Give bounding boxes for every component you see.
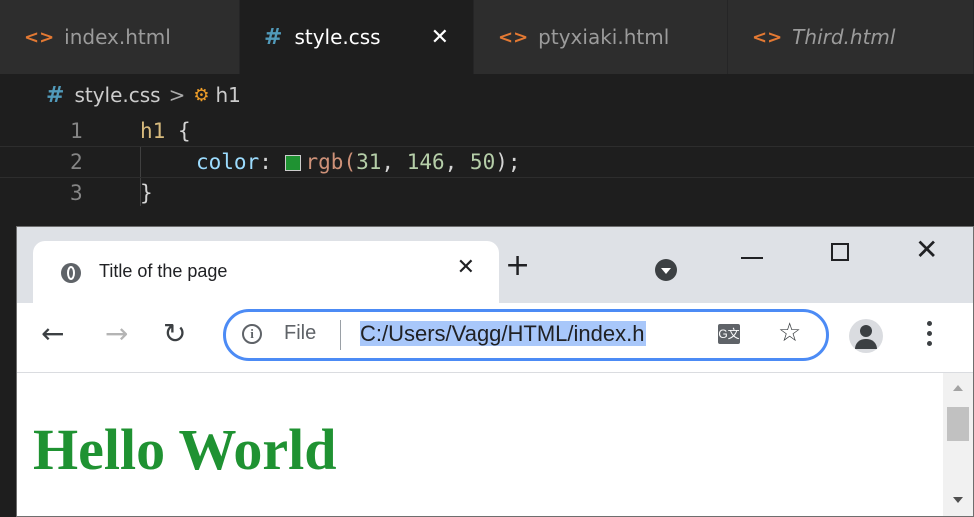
code-line[interactable]: 1 h1 { <box>0 116 974 146</box>
open-brace: { <box>165 119 191 143</box>
color-swatch-icon[interactable] <box>284 155 301 171</box>
tab-third-html[interactable]: <> Third.html <box>728 0 974 74</box>
line-number: 3 <box>70 181 83 205</box>
tab-label: style.css <box>294 25 381 49</box>
tab-search-icon[interactable] <box>655 259 677 281</box>
close-icon[interactable]: ✕ <box>457 255 475 280</box>
css-selector: h1 <box>140 119 166 143</box>
window-close-icon[interactable]: ✕ <box>915 233 938 266</box>
browser-window: Title of the page ✕ + ✕ ← → ↻ i File C:/… <box>16 226 974 517</box>
info-icon[interactable]: i <box>242 324 262 344</box>
css-function: rgb( <box>305 150 357 174</box>
code-editor[interactable]: 1 h1 { 2 color: rgb(31, 146, 50); 3 } <box>0 116 974 226</box>
browser-toolbar: ← → ↻ i File C:/Users/Vagg/HTML/index.h … <box>17 303 973 373</box>
tab-label: index.html <box>64 25 171 49</box>
maximize-icon[interactable] <box>831 243 849 261</box>
css-selector-icon: ⚙ <box>193 84 210 106</box>
star-icon[interactable]: ☆ <box>778 318 801 348</box>
breadcrumb-file[interactable]: style.css <box>74 83 160 107</box>
globe-icon <box>61 263 81 283</box>
rgb-red: 31 <box>356 150 382 174</box>
scroll-up-icon[interactable] <box>953 385 963 391</box>
forward-arrow-icon[interactable]: → <box>105 317 128 351</box>
browser-tab[interactable]: Title of the page ✕ <box>33 241 499 303</box>
minimize-icon[interactable] <box>741 257 763 259</box>
browser-tab-title: Title of the page <box>99 261 228 281</box>
back-arrow-icon[interactable]: ← <box>41 317 64 351</box>
vertical-scrollbar[interactable] <box>943 373 973 516</box>
code-text: h1 { <box>140 116 191 146</box>
close-icon[interactable]: ✕ <box>431 25 449 50</box>
comma: , <box>381 150 407 174</box>
url-scheme-label: File <box>284 322 317 344</box>
colon: : <box>259 150 285 174</box>
browser-titlebar: Title of the page ✕ + ✕ <box>17 227 973 303</box>
css-file-icon: # <box>264 24 283 50</box>
line-number: 2 <box>70 150 83 174</box>
breadcrumb-symbol[interactable]: h1 <box>216 83 241 107</box>
code-line-current[interactable]: 2 color: rgb(31, 146, 50); <box>0 146 974 178</box>
address-bar[interactable]: i File C:/Users/Vagg/HTML/index.h G文 ☆ <box>223 309 829 361</box>
reload-icon[interactable]: ↻ <box>163 317 186 351</box>
statement-end: ); <box>495 150 521 174</box>
css-property: color <box>196 150 260 174</box>
divider <box>340 320 341 350</box>
profile-avatar-icon[interactable] <box>849 319 883 353</box>
scroll-thumb[interactable] <box>947 407 969 441</box>
html-file-icon: <> <box>752 26 783 48</box>
rgb-green: 146 <box>406 150 445 174</box>
code-text: color: rgb(31, 146, 50); <box>196 147 521 177</box>
html-file-icon: <> <box>498 26 529 48</box>
tab-ptyxiaki-html[interactable]: <> ptyxiaki.html <box>474 0 728 74</box>
comma: , <box>444 150 470 174</box>
tab-index-html[interactable]: <> index.html <box>0 0 240 74</box>
breadcrumb-separator: > <box>168 83 186 107</box>
tab-label: Third.html <box>792 25 896 49</box>
tab-label: ptyxiaki.html <box>538 25 670 49</box>
new-tab-button[interactable]: + <box>505 251 530 281</box>
css-file-icon: # <box>46 82 65 108</box>
url-selection: C:/Users/Vagg/HTML/index.h <box>360 321 647 346</box>
breadcrumb: # style.css > ⚙ h1 <box>0 74 974 116</box>
url-text[interactable]: C:/Users/Vagg/HTML/index.h <box>360 318 704 350</box>
page-heading: Hello World <box>33 417 337 482</box>
scroll-down-icon[interactable] <box>953 497 963 503</box>
line-number: 1 <box>70 119 83 143</box>
editor-tab-bar: <> index.html # style.css ✕ <> ptyxiaki.… <box>0 0 974 74</box>
tab-style-css[interactable]: # style.css ✕ <box>240 0 474 74</box>
html-file-icon: <> <box>24 26 55 48</box>
code-line[interactable]: 3 } <box>0 178 974 208</box>
page-viewport: Hello World <box>17 373 943 516</box>
translate-icon[interactable]: G文 <box>718 324 740 344</box>
close-brace: } <box>140 181 153 205</box>
rgb-blue: 50 <box>469 150 496 174</box>
kebab-menu-icon[interactable] <box>927 321 933 351</box>
